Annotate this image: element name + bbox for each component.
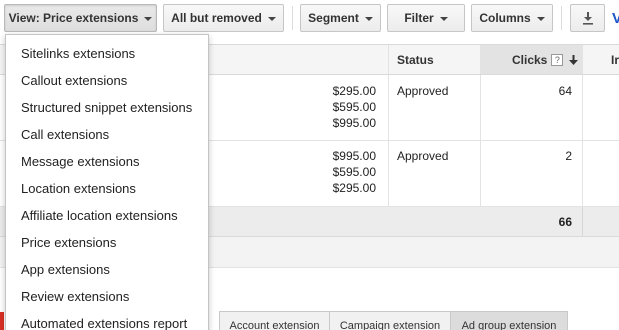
price-value: $995.00 [332,116,376,130]
menu-item-affiliate-location-extensions[interactable]: Affiliate location extensions [6,202,208,229]
menu-item-callout-extensions[interactable]: Callout extensions [6,67,208,94]
clicks-cell: 64 [558,84,572,98]
menu-item-location-extensions[interactable]: Location extensions [6,175,208,202]
column-header-clicks[interactable]: Clicks ? [512,45,579,74]
status-marker [0,312,4,330]
tab-label: Campaign extension [339,319,441,330]
download-icon [582,12,593,25]
price-list: $995.00 $595.00 $295.00 [300,148,376,196]
status-filter-label: All but removed [171,11,262,25]
price-value: $295.00 [332,84,376,98]
column-header-status[interactable]: Status [397,45,434,74]
price-value: $995.00 [332,149,376,163]
ads-extensions-view: View: Price extensions All but removed S… [0,0,619,330]
status-cell: Approved [397,149,449,163]
toolbar-divider [561,6,562,30]
menu-item-app-extensions[interactable]: App extensions [6,256,208,283]
tab-campaign-extension[interactable]: Campaign extension [329,311,451,330]
chevron-down-icon [536,16,545,21]
filter-button[interactable]: Filter [387,4,465,32]
view-dropdown-button[interactable]: View: Price extensions [4,4,157,32]
toolbar: View: Price extensions All but removed S… [0,0,619,38]
column-divider [582,207,583,236]
clicks-cell: 2 [565,149,572,163]
column-header-status-label: Status [397,52,434,67]
chevron-down-icon [267,16,276,21]
download-button[interactable] [570,4,605,32]
chevron-down-icon [144,16,153,21]
column-divider [582,75,583,140]
column-header-next[interactable]: Ir [611,45,619,74]
sort-descending-icon [569,54,579,65]
columns-label: Columns [479,11,531,25]
price-value: $595.00 [332,100,376,114]
menu-item-structured-snippet-extensions[interactable]: Structured snippet extensions [6,94,208,121]
column-divider [480,141,481,206]
column-header-next-label: Ir [611,52,619,67]
status-cell: Approved [397,84,449,98]
chevron-down-icon [439,16,448,21]
column-divider [480,75,481,140]
overflow-link[interactable]: V [612,10,619,27]
tab-ad-group-extension[interactable]: Ad group extension [450,311,568,330]
tab-label: Ad group extension [461,319,557,330]
view-dropdown-menu: Sitelinks extensions Callout extensions … [5,34,209,330]
price-list: $295.00 $595.00 $995.00 [300,83,376,131]
view-dropdown-label: View: Price extensions [8,11,139,25]
total-clicks: 66 [558,215,572,229]
tab-account-extension[interactable]: Account extension [219,311,330,330]
column-divider [388,75,389,140]
help-icon[interactable]: ? [551,53,564,66]
menu-item-sitelinks-extensions[interactable]: Sitelinks extensions [6,40,208,67]
price-value: $595.00 [332,165,376,179]
chevron-down-icon [364,16,373,21]
menu-item-price-extensions[interactable]: Price extensions [6,229,208,256]
menu-item-call-extensions[interactable]: Call extensions [6,121,208,148]
filter-label: Filter [404,11,434,25]
tab-label: Account extension [229,319,320,330]
column-divider [480,45,481,74]
column-divider [388,141,389,206]
column-divider [582,45,583,74]
toolbar-divider [292,6,293,30]
menu-item-message-extensions[interactable]: Message extensions [6,148,208,175]
column-divider [388,45,389,74]
menu-item-review-extensions[interactable]: Review extensions [6,283,208,310]
column-divider [582,141,583,206]
columns-button[interactable]: Columns [471,4,553,32]
price-value: $295.00 [332,181,376,195]
column-header-clicks-label: Clicks [512,52,548,67]
status-filter-button[interactable]: All but removed [163,4,284,32]
segment-button[interactable]: Segment [300,4,381,32]
segment-label: Segment [308,11,359,25]
menu-item-automated-extensions-report[interactable]: Automated extensions report [6,310,208,330]
